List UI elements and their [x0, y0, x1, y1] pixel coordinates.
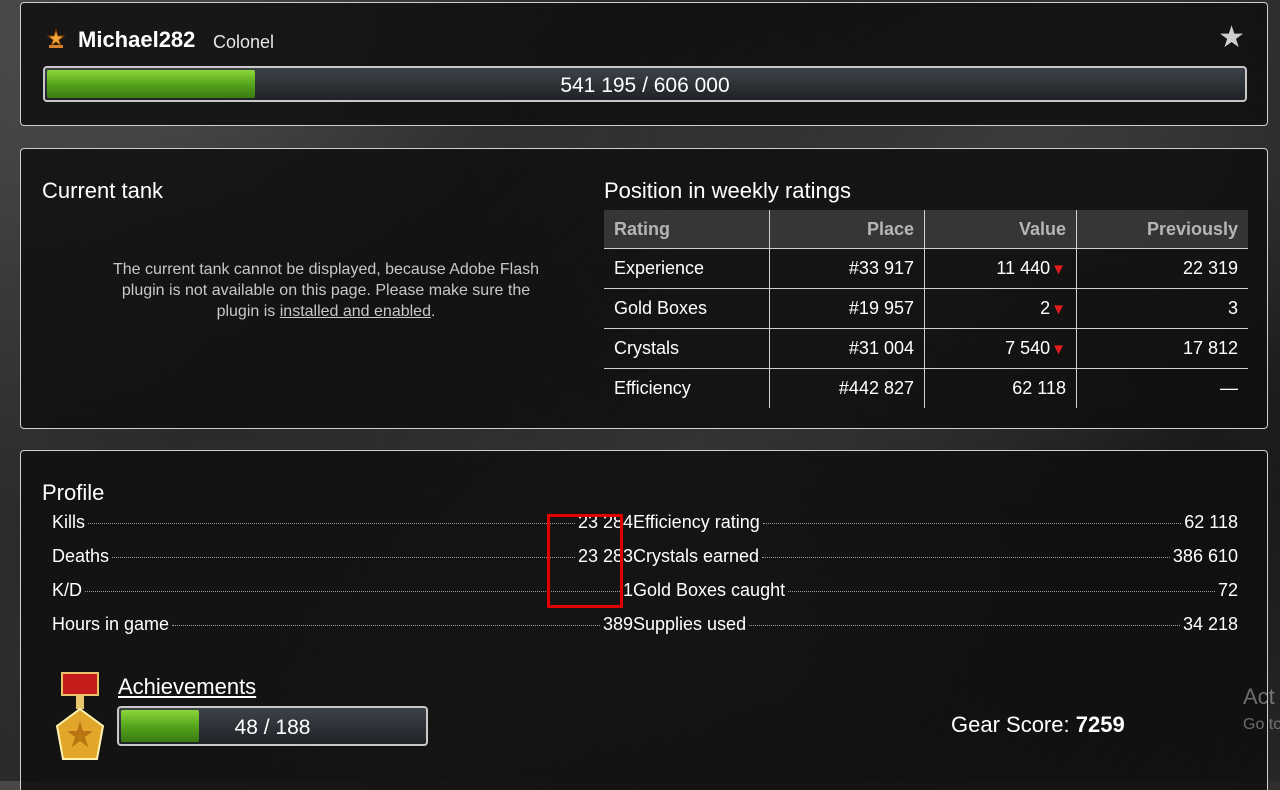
gear-score-value: 7259: [1075, 712, 1125, 737]
achievements-progress-text: 48 / 188: [234, 716, 311, 739]
column-header-value: Value: [924, 210, 1077, 249]
stat-row: Kills 23 284: [52, 512, 633, 546]
dotted-leader: [85, 591, 620, 592]
dotted-leader: [749, 625, 1180, 626]
stat-row: Deaths 23 283: [52, 546, 633, 580]
favorite-star-icon[interactable]: ★: [1218, 23, 1245, 53]
stat-row: Crystals earned 386 610: [633, 546, 1238, 580]
stat-label: Hours in game: [52, 614, 170, 634]
achievements-link[interactable]: Achievements: [118, 674, 256, 700]
experience-progress-text: 541 195 / 606 000: [560, 74, 730, 97]
profile-title: Profile: [42, 480, 105, 505]
dotted-leader: [112, 557, 575, 558]
stat-row: Hours in game 389: [52, 614, 633, 648]
stat-label: Crystals earned: [633, 546, 760, 566]
activate-windows-subtext: Go to: [1243, 716, 1280, 733]
ratings-header-row: Rating Place Value Previously: [604, 210, 1248, 249]
stat-value: 34 218: [1182, 614, 1238, 634]
stat-value: 62 118: [1184, 512, 1238, 532]
experience-progress-bar: 541 195 / 606 000: [43, 66, 1247, 102]
achievements-progress-bar: 48 / 188: [117, 706, 428, 746]
rating-name-cell: Efficiency: [614, 378, 691, 398]
achievement-medal-icon: [55, 672, 105, 760]
rating-value: 62 118: [1012, 378, 1066, 398]
stat-value: 389: [602, 614, 633, 634]
ratings-row: Crystals #31 004 7 540▼ 17 812: [604, 328, 1248, 369]
rating-value-cell: 2▼: [924, 288, 1077, 329]
rank-insignia-icon: [46, 29, 66, 48]
stat-label: Deaths: [52, 546, 110, 566]
dotted-leader: [788, 591, 1215, 592]
stat-value: 1: [622, 580, 633, 600]
rating-value: 11 440: [996, 258, 1051, 278]
stat-label: K/D: [52, 580, 83, 600]
rating-place-cell: #33 917: [769, 248, 925, 289]
dotted-leader: [172, 625, 600, 626]
flash-unavailable-message: The current tank cannot be displayed, be…: [111, 259, 541, 322]
profile-panel: Profile Kills 23 284 Deaths 23 283 K/D 1 Hours…: [20, 450, 1268, 790]
rating-previously-cell: —: [1076, 368, 1248, 408]
stat-row: K/D 1: [52, 580, 633, 614]
column-header-previously: Previously: [1076, 210, 1248, 249]
weekly-ratings-table: Rating Place Value Previously Experience…: [604, 210, 1248, 408]
stat-row: Gold Boxes caught 72: [633, 580, 1238, 614]
ratings-row: Gold Boxes #19 957 2▼ 3: [604, 288, 1248, 329]
rating-previously-cell: 17 812: [1076, 328, 1248, 369]
stat-row: Efficiency rating 62 118: [633, 512, 1238, 546]
stat-label: Kills: [52, 512, 86, 532]
rating-name-cell: Crystals: [604, 328, 770, 369]
trend-down-icon: ▼: [1051, 261, 1066, 278]
rating-value: 2: [1040, 298, 1051, 318]
current-tank-title: Current tank: [42, 178, 164, 203]
rating-value-cell: 7 540▼: [924, 328, 1077, 369]
rating-place-cell: #19 957: [769, 288, 925, 329]
flash-install-link[interactable]: installed and enabled: [280, 303, 431, 320]
gear-score-label: Gear Score:: [951, 712, 1070, 737]
weekly-ratings-title: Position in weekly ratings: [604, 178, 852, 203]
stat-value: 386 610: [1172, 546, 1238, 566]
column-header-place: Place: [769, 210, 925, 249]
username: Michael282: [78, 27, 196, 52]
rating-place-cell: #442 827: [769, 368, 925, 408]
ratings-row: Experience #33 917 11 440▼ 22 319: [604, 248, 1248, 289]
rating-name-cell: Gold Boxes: [604, 288, 770, 329]
dotted-leader: [88, 523, 575, 524]
rating-value-cell: 11 440▼: [924, 248, 1077, 289]
rating-place-cell: #31 004: [769, 328, 925, 369]
profile-stats-left: Kills 23 284 Deaths 23 283 K/D 1 Hours in game…: [52, 512, 633, 648]
flash-message-end: .: [430, 303, 436, 320]
trend-down-icon: ▼: [1051, 341, 1066, 358]
rating-previously-cell: 3: [1076, 288, 1248, 329]
trend-down-icon: ▼: [1051, 301, 1066, 318]
stat-label: Supplies used: [633, 614, 747, 634]
player-header-panel: Michael282 Colonel ★ 541 195 / 606 000: [20, 2, 1268, 126]
rating-previously-cell: 22 319: [1076, 248, 1248, 289]
rating-value-cell: 62 118: [924, 368, 1077, 408]
stat-label: Gold Boxes caught: [633, 580, 786, 600]
gear-score: Gear Score: 7259: [951, 712, 1125, 738]
stat-label: Efficiency rating: [633, 512, 760, 532]
rank-name: Colonel: [213, 32, 275, 52]
rating-value: 7 540: [1005, 338, 1051, 358]
activate-windows-watermark: Act: [1243, 684, 1275, 709]
dotted-leader: [762, 523, 1182, 524]
column-header-rating: Rating: [604, 210, 770, 249]
profile-stats-right: Efficiency rating 62 118 Crystals earned 38…: [633, 512, 1238, 648]
kills-deaths-highlight-box: [547, 514, 623, 608]
stat-row: Supplies used 34 218: [633, 614, 1238, 648]
ratings-row: Efficiency #442 827 62 118 —: [604, 368, 1248, 408]
rating-name-cell: Experience: [604, 248, 770, 289]
stat-value: 72: [1217, 580, 1238, 600]
tank-and-ratings-panel: Current tank The current tank cannot be …: [20, 148, 1268, 429]
dotted-leader: [762, 557, 1170, 558]
